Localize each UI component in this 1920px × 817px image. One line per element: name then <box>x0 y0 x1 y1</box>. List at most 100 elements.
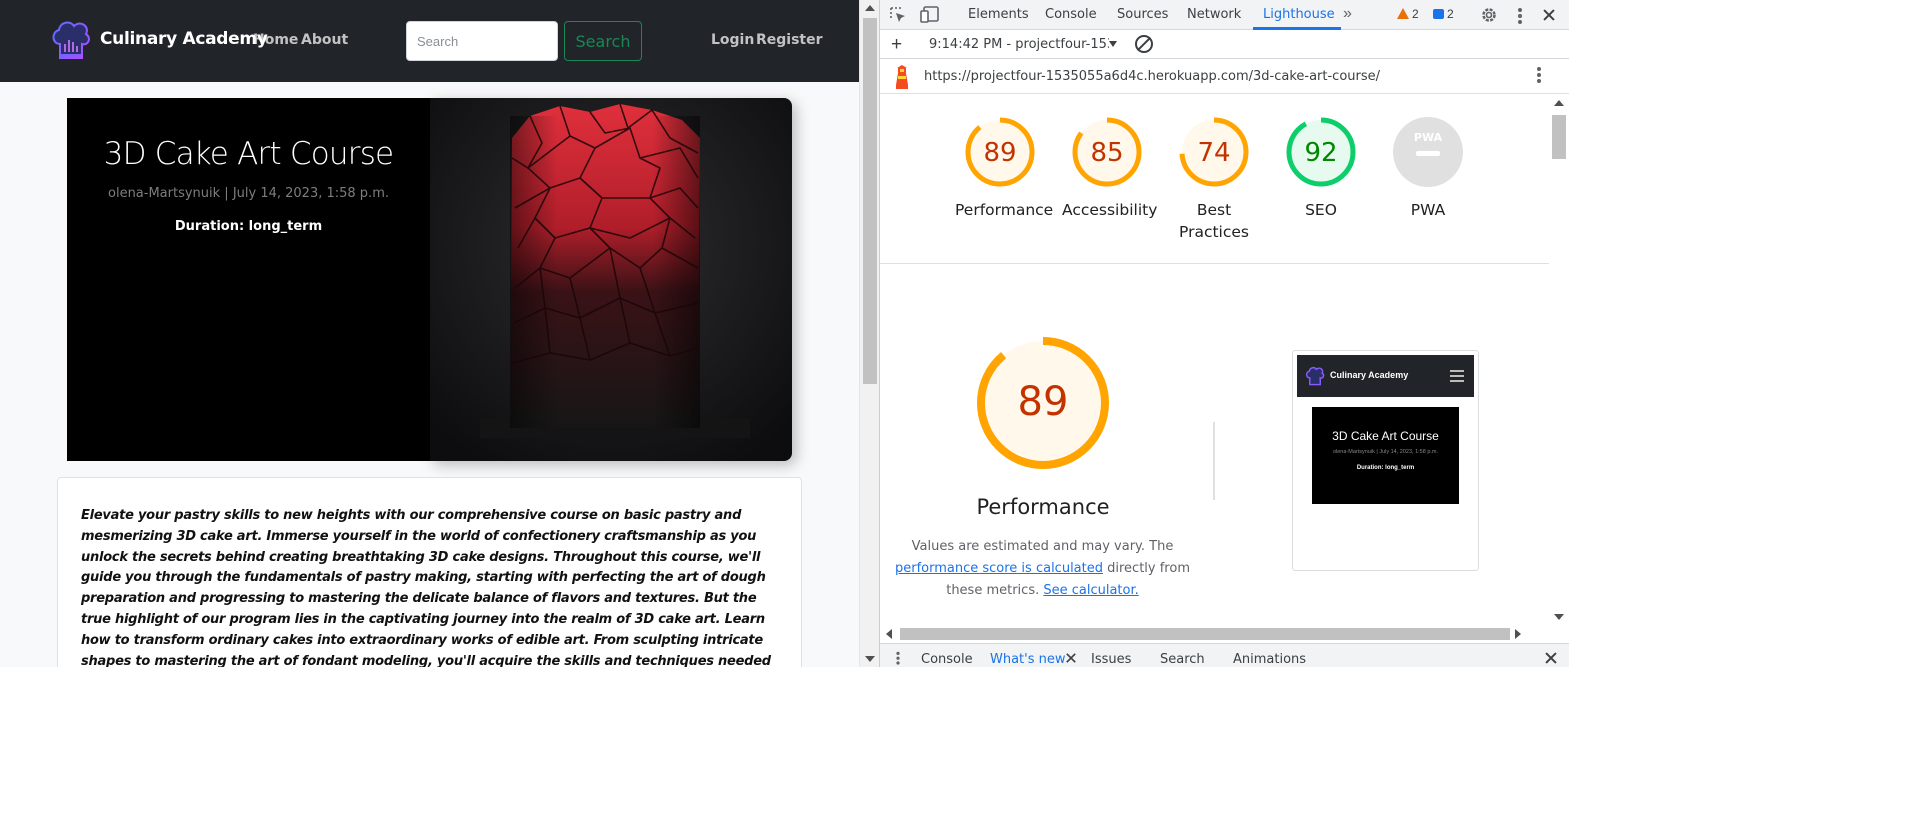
message-icon <box>1433 9 1444 19</box>
preview-title: 3D Cake Art Course <box>1332 429 1439 443</box>
hamburger-menu-icon <box>1450 370 1464 385</box>
tab-elements[interactable]: Elements <box>968 7 1029 22</box>
chevron-double-right-icon[interactable]: » <box>1343 6 1352 22</box>
detail-score-value: 89 <box>1018 379 1069 425</box>
preview-brand: Culinary Academy <box>1330 370 1409 380</box>
warnings-badge[interactable]: 2 <box>1397 7 1419 21</box>
inspect-element-icon[interactable] <box>889 6 907 24</box>
new-report-plus-icon[interactable]: + <box>891 35 902 54</box>
nav-home-link[interactable]: Home <box>253 32 298 48</box>
score-gauge-accessibility[interactable]: 85 Accessibility <box>1062 115 1158 221</box>
scrollbar-thumb[interactable] <box>1552 115 1566 159</box>
drawer-tab-search[interactable]: Search <box>1160 652 1205 667</box>
close-tab-icon[interactable] <box>1066 653 1076 663</box>
devtools-panel: Elements Console Sources Network Lightho… <box>879 0 1569 667</box>
chef-hat-logo-icon[interactable] <box>50 18 92 62</box>
tab-network[interactable]: Network <box>1187 7 1241 22</box>
chef-hat-logo-icon <box>1305 366 1325 386</box>
course-description: Elevate your pastry skills to new height… <box>81 508 771 667</box>
report-selector[interactable]: 9:14:42 PM - projectfour-1535 <box>929 37 1109 52</box>
devtools-tabbar: Elements Console Sources Network Lightho… <box>880 0 1569 30</box>
report-url-bar: https://projectfour-1535055a6d4c.herokua… <box>880 59 1569 94</box>
close-drawer-icon[interactable] <box>1545 652 1557 664</box>
drawer-tab-console[interactable]: Console <box>921 652 973 667</box>
report-menu-icon[interactable] <box>1537 67 1541 85</box>
report-url: https://projectfour-1535055a6d4c.herokua… <box>924 69 1381 84</box>
score-calculation-link[interactable]: performance score is calculated <box>895 561 1103 576</box>
score-label: Accessibility <box>1062 201 1158 219</box>
desc-text: Values are estimated and may vary. The <box>911 539 1174 554</box>
messages-badge[interactable]: 2 <box>1433 7 1454 21</box>
drawer-tab-whats-new[interactable]: What's new <box>990 652 1066 667</box>
website-viewport: Culinary Academy Home About Search Login… <box>0 0 859 667</box>
page-scrollbar[interactable] <box>859 0 879 667</box>
score-gauge-seo[interactable]: 92 SEO <box>1276 115 1366 221</box>
report-vertical-scrollbar[interactable] <box>1549 95 1569 625</box>
scroll-left-icon[interactable] <box>886 629 892 639</box>
scroll-down-icon[interactable] <box>1554 614 1564 620</box>
nav-login-link[interactable]: Login <box>711 32 754 48</box>
tab-sources[interactable]: Sources <box>1117 7 1168 22</box>
tab-console[interactable]: Console <box>1045 7 1097 22</box>
close-devtools-icon[interactable] <box>1543 9 1555 21</box>
nav-register-link[interactable]: Register <box>756 32 823 48</box>
brand-name[interactable]: Culinary Academy <box>100 29 268 49</box>
scroll-up-icon[interactable] <box>1554 100 1564 106</box>
tab-lighthouse[interactable]: Lighthouse <box>1263 7 1335 22</box>
scroll-right-icon[interactable] <box>1515 629 1521 639</box>
gauge-ring: 85 <box>1072 117 1142 187</box>
chevron-down-icon[interactable] <box>1109 41 1117 47</box>
score-value: 85 <box>1090 138 1123 168</box>
scrollbar-thumb[interactable] <box>900 628 1510 640</box>
drawer-menu-icon[interactable] <box>896 651 900 666</box>
devtools-drawer: Console What's new Issues Search Animati… <box>880 643 1569 667</box>
course-title: 3D Cake Art Course <box>103 136 394 172</box>
performance-detail-gauge: 89 <box>977 337 1109 469</box>
detail-description: Values are estimated and may vary. The p… <box>880 536 1205 602</box>
score-gauge-performance[interactable]: 89 Performance <box>955 115 1054 221</box>
section-divider <box>880 263 1549 264</box>
pwa-badge-icon: PWA <box>1393 117 1463 187</box>
score-label: SEO <box>1305 201 1337 219</box>
preview-hero: 3D Cake Art Course olena-Martsynuik | Ju… <box>1312 407 1459 504</box>
warning-icon <box>1397 8 1409 19</box>
score-label: PWA <box>1410 201 1446 219</box>
preview-navbar: Culinary Academy <box>1297 355 1474 397</box>
lighthouse-report: 89 Performance 85 Accessibility 74 Best … <box>880 95 1549 625</box>
devtools-menu-icon[interactable] <box>1518 8 1522 26</box>
score-value: 92 <box>1304 138 1337 168</box>
course-meta: olena-Martsynuik | July 14, 2023, 1:58 p… <box>108 186 389 201</box>
vertical-divider <box>1213 422 1215 500</box>
drawer-tab-animations[interactable]: Animations <box>1233 652 1306 667</box>
nav-about-link[interactable]: About <box>301 32 348 48</box>
scrollbar-thumb[interactable] <box>863 18 877 384</box>
course-description-card: Elevate your pastry skills to new height… <box>57 477 802 667</box>
warnings-count: 2 <box>1412 7 1419 21</box>
lighthouse-logo-icon <box>896 65 908 89</box>
score-gauge-best-practices[interactable]: 74 Best Practices <box>1169 115 1259 243</box>
site-navbar: Culinary Academy Home About Search Login… <box>0 0 859 82</box>
gauge-ring: 89 <box>965 117 1035 187</box>
messages-count: 2 <box>1447 7 1454 21</box>
search-button[interactable]: Search <box>564 21 642 61</box>
score-value: 89 <box>983 138 1016 168</box>
report-horizontal-scrollbar[interactable] <box>880 625 1549 643</box>
scroll-down-icon[interactable] <box>865 656 875 662</box>
score-label: Performance <box>955 201 1054 219</box>
search-input[interactable] <box>406 21 558 61</box>
gauge-ring: 74 <box>1179 117 1249 187</box>
scroll-up-icon[interactable] <box>865 5 875 11</box>
gauge-ring: 92 <box>1286 117 1356 187</box>
gear-icon[interactable] <box>1480 6 1498 24</box>
course-duration: Duration: long_term <box>174 219 323 234</box>
page-screenshot-preview[interactable]: Culinary Academy 3D Cake Art Course olen… <box>1292 350 1479 571</box>
score-gauge-pwa[interactable]: PWA PWA <box>1383 115 1473 221</box>
clear-reports-icon[interactable] <box>1135 35 1153 53</box>
score-value: 74 <box>1197 138 1230 168</box>
see-calculator-link[interactable]: See calculator. <box>1043 583 1138 598</box>
course-header-panel: 3D Cake Art Course olena-Martsynuik | Ju… <box>67 98 430 461</box>
score-label: Best Practices <box>1179 201 1249 241</box>
device-toolbar-icon[interactable] <box>920 6 940 24</box>
detail-title: Performance <box>976 495 1110 519</box>
drawer-tab-issues[interactable]: Issues <box>1091 652 1131 667</box>
